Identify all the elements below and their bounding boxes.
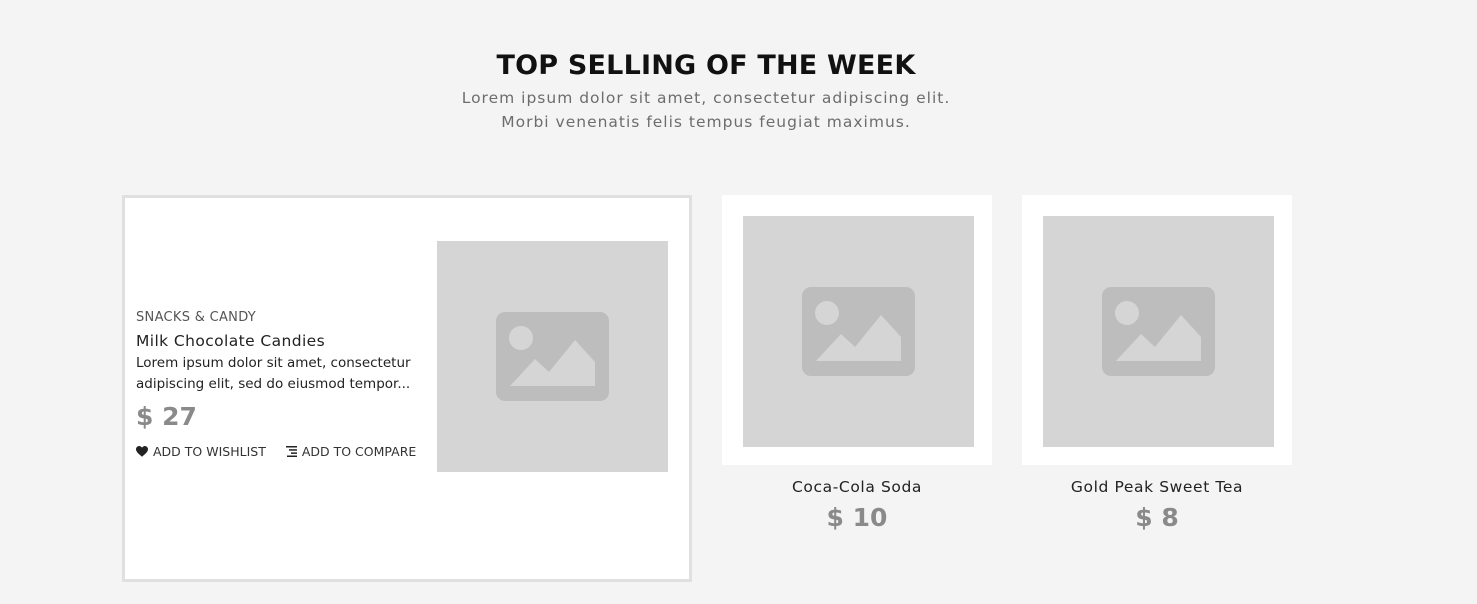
product-image-frame[interactable] bbox=[1022, 195, 1292, 465]
image-placeholder-icon bbox=[1102, 287, 1215, 376]
compare-list-icon bbox=[285, 446, 297, 457]
featured-product-info: SNACKS & CANDY Milk Chocolate Candies Lo… bbox=[136, 309, 436, 459]
image-placeholder-icon bbox=[802, 287, 915, 376]
description-line-1: Lorem ipsum dolor sit amet, consectetur bbox=[136, 355, 411, 371]
featured-product-card[interactable]: SNACKS & CANDY Milk Chocolate Candies Lo… bbox=[122, 195, 692, 582]
wishlist-label: ADD TO WISHLIST bbox=[153, 444, 266, 459]
product-category[interactable]: SNACKS & CANDY bbox=[136, 309, 436, 327]
product-image-frame[interactable] bbox=[722, 195, 992, 465]
product-name[interactable]: Gold Peak Sweet Tea bbox=[1022, 477, 1292, 497]
product-price: $ 27 bbox=[136, 402, 197, 431]
section-subtitle: Lorem ipsum dolor sit amet, consectetur … bbox=[0, 86, 1412, 134]
section-title: TOP SELLING OF THE WEEK bbox=[496, 50, 916, 81]
subtitle-line-1: Lorem ipsum dolor sit amet, consectetur … bbox=[461, 89, 951, 107]
product-name[interactable]: Coca-Cola Soda bbox=[722, 477, 992, 497]
product-price: $ 10 bbox=[826, 503, 888, 532]
featured-product-image[interactable] bbox=[437, 241, 668, 472]
product-price: $ 8 bbox=[1135, 503, 1179, 532]
description-line-2: adipiscing elit, sed do eiusmod tempor..… bbox=[136, 376, 411, 392]
product-card[interactable]: Coca-Cola Soda $ 10 bbox=[722, 195, 992, 535]
product-image[interactable] bbox=[743, 216, 974, 447]
heart-icon bbox=[136, 446, 148, 457]
product-actions: ADD TO WISHLIST ADD TO COMPARE bbox=[136, 444, 436, 459]
product-description: Lorem ipsum dolor sit amet, consectetur … bbox=[136, 353, 428, 395]
subtitle-line-2: Morbi venenatis felis tempus feugiat max… bbox=[501, 113, 911, 131]
section-header: TOP SELLING OF THE WEEK Lorem ipsum dolo… bbox=[0, 48, 1412, 134]
product-name[interactable]: Milk Chocolate Candies bbox=[136, 330, 436, 352]
image-placeholder-icon bbox=[496, 312, 609, 401]
product-card[interactable]: Gold Peak Sweet Tea $ 8 bbox=[1022, 195, 1292, 535]
compare-label: ADD TO COMPARE bbox=[301, 444, 417, 459]
product-image[interactable] bbox=[1043, 216, 1274, 447]
add-to-wishlist-button[interactable]: ADD TO WISHLIST bbox=[136, 444, 266, 459]
add-to-compare-button[interactable]: ADD TO COMPARE bbox=[285, 444, 417, 459]
